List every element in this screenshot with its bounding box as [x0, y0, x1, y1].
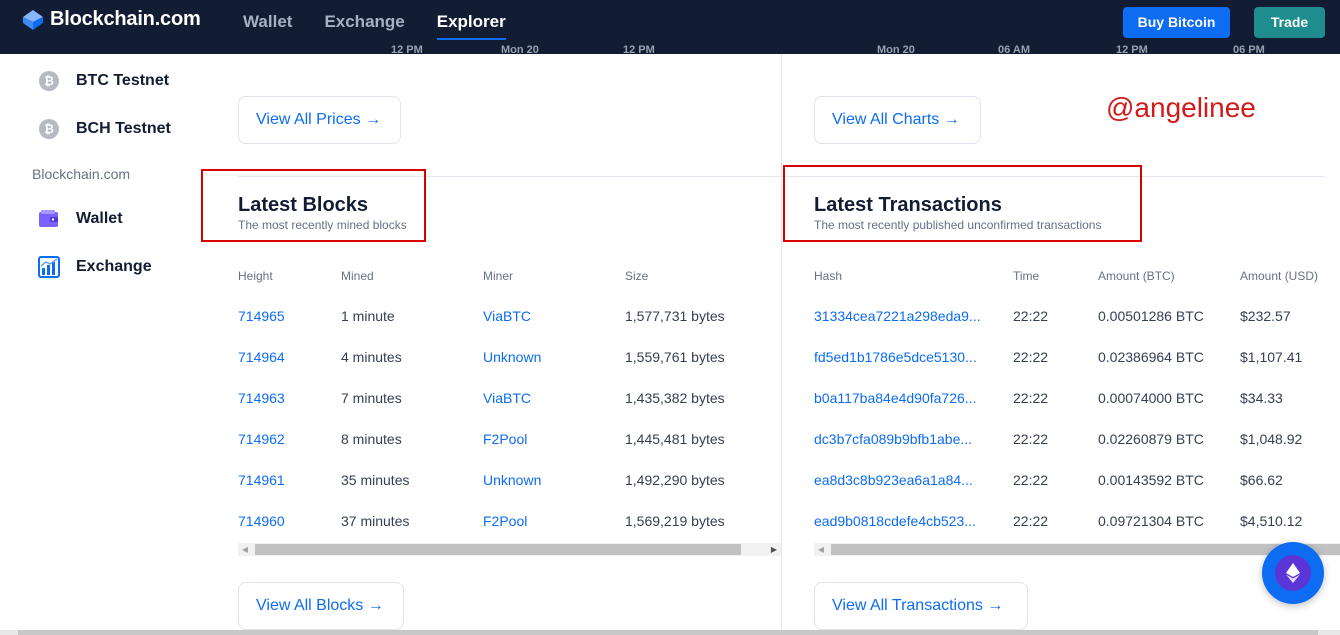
scrollbar-thumb[interactable] — [255, 544, 741, 555]
transaction-amount-usd: $232.57 — [1240, 308, 1291, 324]
transaction-time: 22:22 — [1013, 513, 1049, 529]
scrollbar-thumb[interactable] — [18, 630, 1318, 635]
transaction-hash-link[interactable]: fd5ed1b1786e5dce5130... — [814, 349, 977, 365]
transaction-hash-link[interactable]: 31334cea7221a298eda9... — [814, 308, 981, 324]
column-header-height: Height — [238, 269, 273, 283]
sidebar-item-label: Exchange — [76, 258, 152, 275]
view-all-transactions-button[interactable]: View All Transactions → — [814, 582, 1028, 630]
block-height-link[interactable]: 714965 — [238, 308, 285, 324]
transaction-amount-usd: $4,510.12 — [1240, 513, 1303, 529]
latest-transactions-subtitle: The most recently published unconfirmed … — [814, 218, 1102, 232]
transaction-hash-link[interactable]: ea8d3c8b923ea6a1a84... — [814, 472, 973, 488]
transaction-amount-usd: $34.33 — [1240, 390, 1283, 406]
scrollbar-thumb[interactable] — [831, 544, 1340, 555]
transaction-hash-link[interactable]: b0a117ba84e4d90fa726... — [814, 390, 976, 406]
exchange-chart-icon — [38, 256, 60, 278]
block-miner-link[interactable]: F2Pool — [483, 431, 527, 447]
sidebar-item-label: BCH Testnet — [76, 120, 171, 137]
block-miner-link[interactable]: ViaBTC — [483, 308, 531, 324]
sidebar-item-btc-testnet[interactable]: ₿ BTC Testnet — [38, 70, 169, 92]
blocks-table-scrollbar[interactable]: ◀ ▶ — [238, 543, 781, 556]
transaction-amount-btc: 0.00074000 BTC — [1098, 390, 1204, 406]
view-all-prices-button[interactable]: View All Prices → — [238, 96, 401, 144]
view-all-charts-button[interactable]: View All Charts → — [814, 96, 981, 144]
block-height-link[interactable]: 714964 — [238, 349, 285, 365]
column-divider — [781, 54, 782, 632]
view-all-blocks-button[interactable]: View All Blocks → — [238, 582, 404, 630]
sidebar-section-label: Blockchain.com — [32, 166, 131, 182]
ethereum-icon — [1275, 555, 1311, 591]
block-height-link[interactable]: 714963 — [238, 390, 285, 406]
transaction-time: 22:22 — [1013, 390, 1049, 406]
block-mined-time: 35 minutes — [341, 472, 410, 488]
buy-bitcoin-button[interactable]: Buy Bitcoin — [1123, 7, 1230, 38]
transaction-amount-btc: 0.00501286 BTC — [1098, 308, 1204, 324]
transaction-amount-usd: $1,048.92 — [1240, 431, 1303, 447]
column-header-mined: Mined — [341, 269, 374, 283]
sidebar-item-wallet[interactable]: Wallet — [38, 208, 123, 230]
sidebar-item-bch-testnet[interactable]: ₿ BCH Testnet — [38, 118, 171, 140]
trade-button[interactable]: Trade — [1254, 7, 1325, 38]
sidebar-item-label: Wallet — [76, 210, 123, 227]
blockchain-logo-icon — [22, 9, 44, 31]
transaction-amount-btc: 0.00143592 BTC — [1098, 472, 1204, 488]
latest-blocks-title: Latest Blocks — [238, 194, 369, 216]
block-mined-time: 1 minute — [341, 308, 395, 324]
transactions-table-scrollbar[interactable]: ◀ — [814, 543, 1340, 556]
nav-wallet[interactable]: Wallet — [243, 0, 292, 54]
latest-transactions-title: Latest Transactions — [814, 194, 1002, 216]
transaction-time: 22:22 — [1013, 308, 1049, 324]
transaction-amount-usd: $1,107.41 — [1240, 349, 1303, 365]
sidebar-item-exchange[interactable]: Exchange — [38, 256, 152, 278]
block-mined-time: 8 minutes — [341, 431, 402, 447]
block-miner-link[interactable]: ViaBTC — [483, 390, 531, 406]
column-header-time: Time — [1013, 269, 1040, 283]
latest-blocks-subtitle: The most recently mined blocks — [238, 218, 407, 232]
column-header-amount-usd: Amount (USD) — [1240, 269, 1319, 283]
floating-ethereum-button[interactable] — [1262, 542, 1324, 604]
block-size: 1,435,382 bytes — [625, 390, 725, 406]
transaction-time: 22:22 — [1013, 349, 1049, 365]
block-size: 1,559,761 bytes — [625, 349, 725, 365]
column-header-amount-btc: Amount (BTC) — [1098, 269, 1175, 283]
block-mined-time: 4 minutes — [341, 349, 402, 365]
column-header-size: Size — [625, 269, 649, 283]
block-miner-link[interactable]: F2Pool — [483, 513, 527, 529]
transaction-amount-btc: 0.02260879 BTC — [1098, 431, 1204, 447]
page-horizontal-scrollbar[interactable] — [0, 630, 1340, 635]
axis-overlay — [0, 54, 1340, 62]
transaction-amount-usd: $66.62 — [1240, 472, 1283, 488]
bitcoin-testnet-icon: ₿ — [38, 70, 60, 92]
logo-text: Blockchain.com — [50, 8, 201, 30]
transaction-amount-btc: 0.02386964 BTC — [1098, 349, 1204, 365]
column-header-miner: Miner — [483, 269, 514, 283]
transaction-time: 22:22 — [1013, 472, 1049, 488]
nav-explorer[interactable]: Explorer — [436, 0, 506, 54]
transaction-time: 22:22 — [1013, 431, 1049, 447]
wallet-icon — [38, 208, 60, 230]
transaction-hash-link[interactable]: ead9b0818cdefe4cb523... — [814, 513, 976, 529]
transaction-amount-btc: 0.09721304 BTC — [1098, 513, 1204, 529]
scroll-left-icon[interactable]: ◀ — [238, 543, 252, 556]
bitcoin-cash-testnet-icon: ₿ — [38, 118, 60, 140]
transaction-hash-link[interactable]: dc3b7cfa089b9bfb1abe... — [814, 431, 972, 447]
block-height-link[interactable]: 714962 — [238, 431, 285, 447]
block-mined-time: 7 minutes — [341, 390, 402, 406]
block-miner-link[interactable]: Unknown — [483, 349, 541, 365]
sidebar-item-label: BTC Testnet — [76, 72, 170, 89]
block-size: 1,569,219 bytes — [625, 513, 725, 529]
block-size: 1,577,731 bytes — [625, 308, 725, 324]
column-header-hash: Hash — [814, 269, 843, 283]
block-size: 1,492,290 bytes — [625, 472, 725, 488]
watermark-text: @angelinee — [1106, 92, 1256, 123]
block-size: 1,445,481 bytes — [625, 431, 725, 447]
blockchain-logo[interactable]: Blockchain.com — [22, 8, 201, 31]
block-height-link[interactable]: 714961 — [238, 472, 285, 488]
block-mined-time: 37 minutes — [341, 513, 410, 529]
block-height-link[interactable]: 714960 — [238, 513, 285, 529]
scroll-right-icon[interactable]: ▶ — [767, 543, 781, 556]
scroll-left-icon[interactable]: ◀ — [814, 543, 828, 556]
block-miner-link[interactable]: Unknown — [483, 472, 541, 488]
